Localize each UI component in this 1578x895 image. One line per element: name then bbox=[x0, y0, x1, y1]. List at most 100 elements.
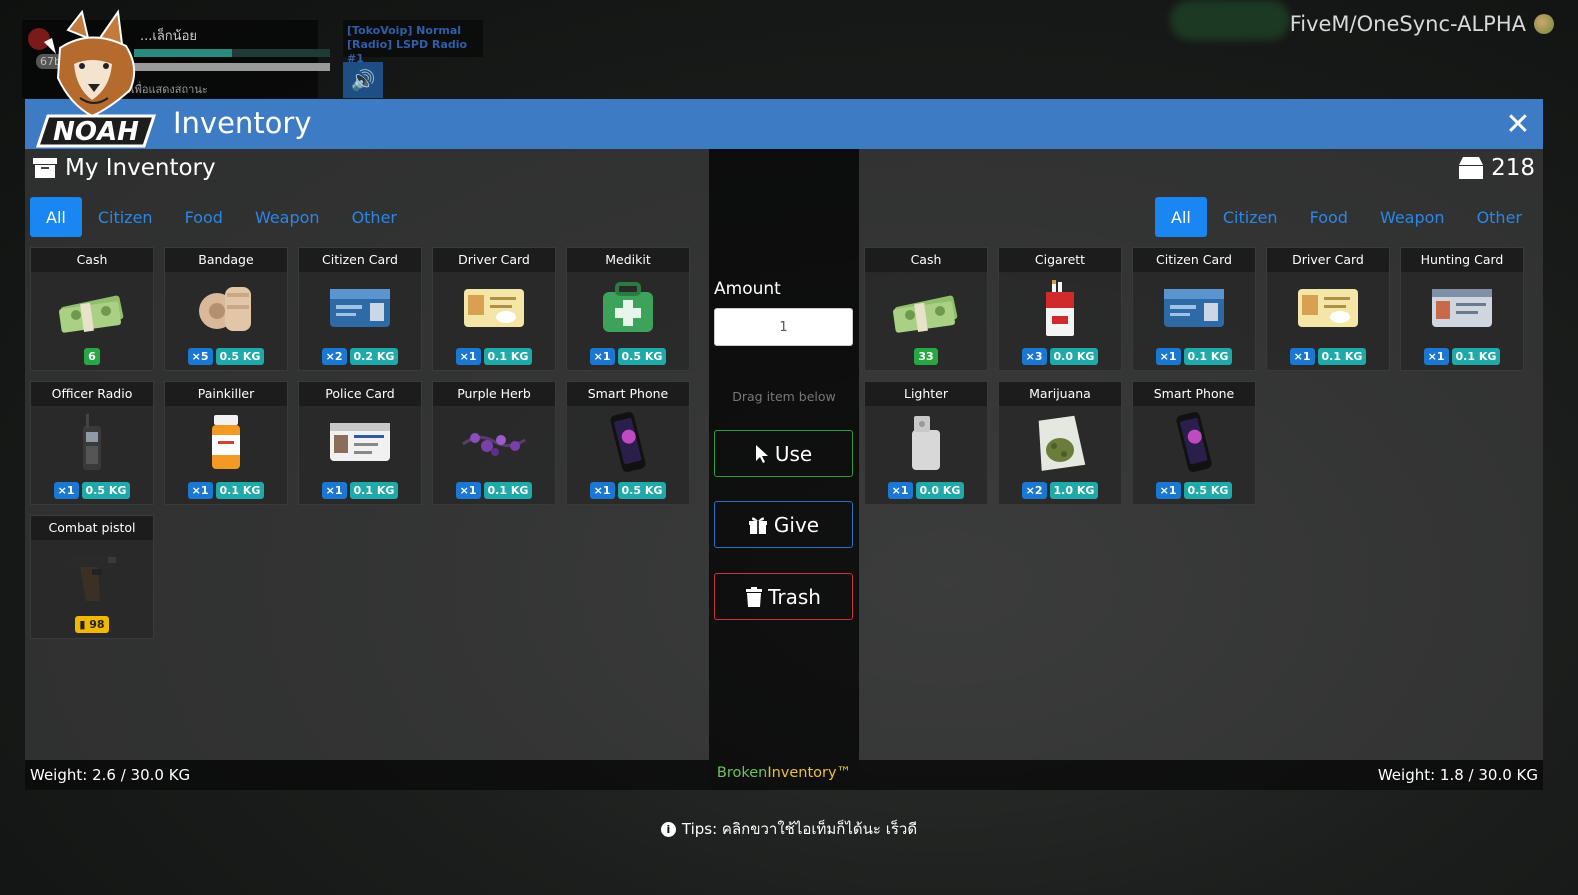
item-badges: ▮ 98 bbox=[31, 616, 153, 633]
left-item-slot[interactable]: Citizen Card ×2 0.2 KG bbox=[298, 247, 422, 371]
left-item-slot[interactable]: Police Card ×1 0.1 KG bbox=[298, 381, 422, 505]
pistol-icon bbox=[31, 546, 153, 606]
item-name: Driver Card bbox=[1267, 248, 1389, 272]
item-count-badge: ×2 bbox=[1021, 482, 1047, 499]
item-badges: ×1 0.1 KG bbox=[1401, 348, 1523, 365]
right-tab-all[interactable]: All bbox=[1155, 197, 1207, 237]
item-name: Officer Radio bbox=[31, 382, 153, 406]
left-item-slot[interactable]: Driver Card ×1 0.1 KG bbox=[432, 247, 556, 371]
left-item-slot[interactable]: Bandage ×5 0.5 KG bbox=[164, 247, 288, 371]
voip-mode: [TokoVoip] Normal bbox=[347, 24, 462, 37]
right-item-slot[interactable]: Hunting Card ×1 0.1 KG bbox=[1400, 247, 1524, 371]
right-item-slot[interactable]: Cigarett ×3 0.0 KG bbox=[998, 247, 1122, 371]
server-tag: FiveM/OneSync-ALPHA bbox=[1290, 12, 1554, 36]
left-tab-food[interactable]: Food bbox=[169, 197, 239, 237]
citizen-card-icon bbox=[299, 278, 421, 338]
left-category-tabs: All Citizen Food Weapon Other bbox=[30, 197, 413, 237]
left-item-slot[interactable]: Smart Phone ×1 0.5 KG bbox=[566, 381, 690, 505]
tips-text: Tips: คลิกขวาใช้ไอเท็มก็ได้นะ เร็วดี bbox=[681, 820, 918, 838]
right-item-slot[interactable]: Citizen Card ×1 0.1 KG bbox=[1132, 247, 1256, 371]
other-inventory-header: 218 bbox=[1459, 155, 1535, 181]
marijuana-bag-icon bbox=[999, 412, 1121, 472]
item-weight-badge: 0.1 KG bbox=[349, 482, 399, 499]
background-glow bbox=[1170, 0, 1290, 40]
item-badges: ×2 1.0 KG bbox=[999, 482, 1121, 499]
voip-status: [TokoVoip] Normal [Radio] LSPD Radio #1 bbox=[343, 20, 483, 65]
item-badges: ×1 0.5 KG bbox=[567, 348, 689, 365]
left-item-slot[interactable]: Combat pistol ▮ 98 bbox=[30, 515, 154, 639]
hunting-card-icon bbox=[1401, 278, 1523, 338]
item-count-badge: ×1 bbox=[455, 482, 481, 499]
right-item-slot[interactable]: Lighter ×1 0.0 KG bbox=[864, 381, 988, 505]
left-weight-footer: Weight: 2.6 / 30.0 KG bbox=[25, 760, 709, 790]
item-weight-badge: 0.1 KG bbox=[483, 482, 533, 499]
item-badges: ×1 0.5 KG bbox=[31, 482, 153, 499]
right-tab-citizen[interactable]: Citizen bbox=[1207, 197, 1294, 237]
item-badges: ×1 0.1 KG bbox=[433, 348, 555, 365]
item-count-badge: ×1 bbox=[1155, 348, 1181, 365]
item-count-badge: ×1 bbox=[589, 482, 615, 499]
item-name: Marijuana bbox=[999, 382, 1121, 406]
item-count-badge: ×2 bbox=[321, 348, 347, 365]
cash-icon bbox=[31, 278, 153, 338]
right-weight-footer: Weight: 1.8 / 30.0 KG bbox=[859, 760, 1543, 790]
right-tab-weapon[interactable]: Weapon bbox=[1364, 197, 1461, 237]
amount-input[interactable] bbox=[714, 308, 853, 346]
left-item-slot[interactable]: Medikit ×1 0.5 KG bbox=[566, 247, 690, 371]
item-badges: ×1 0.1 KG bbox=[1267, 348, 1389, 365]
tips-bar: i Tips: คลิกขวาใช้ไอเท็มก็ได้นะ เร็วดี bbox=[0, 817, 1578, 841]
my-inventory-title: My Inventory bbox=[65, 155, 216, 181]
brand-label: BrokenInventory™ bbox=[709, 765, 859, 781]
left-tab-weapon[interactable]: Weapon bbox=[239, 197, 336, 237]
right-item-slot[interactable]: Driver Card ×1 0.1 KG bbox=[1266, 247, 1390, 371]
item-badges: ×3 0.0 KG bbox=[999, 348, 1121, 365]
left-item-grid: Cash 6 Bandage ×5 0.5 KG Citizen Card ×2 0.2 KG… bbox=[30, 247, 690, 639]
item-badges: 33 bbox=[865, 348, 987, 365]
item-count-badge: ×1 bbox=[1155, 482, 1181, 499]
right-item-slot[interactable]: Marijuana ×2 1.0 KG bbox=[998, 381, 1122, 505]
brand-part2: Inventory™ bbox=[767, 765, 852, 781]
herb-icon bbox=[433, 412, 555, 472]
left-tab-other[interactable]: Other bbox=[336, 197, 413, 237]
right-item-slot[interactable]: Cash 33 bbox=[864, 247, 988, 371]
use-button[interactable]: Use bbox=[714, 430, 853, 477]
item-name: Medikit bbox=[567, 248, 689, 272]
other-inventory-count: 218 bbox=[1491, 155, 1535, 181]
item-name: Smart Phone bbox=[1133, 382, 1255, 406]
left-item-slot[interactable]: Painkiller ×1 0.1 KG bbox=[164, 381, 288, 505]
left-tab-citizen[interactable]: Citizen bbox=[82, 197, 169, 237]
item-weight-badge: 0.5 KG bbox=[215, 348, 265, 365]
right-item-slot[interactable]: Smart Phone ×1 0.5 KG bbox=[1132, 381, 1256, 505]
left-item-slot[interactable]: Purple Herb ×1 0.1 KG bbox=[432, 381, 556, 505]
left-item-slot[interactable]: Cash 6 bbox=[30, 247, 154, 371]
police-card-icon bbox=[299, 412, 421, 472]
medikit-icon bbox=[567, 278, 689, 338]
item-weight-badge: 1.0 KG bbox=[1049, 482, 1099, 499]
radio-icon bbox=[31, 412, 153, 472]
trash-icon bbox=[746, 586, 763, 607]
window-title: Inventory bbox=[173, 106, 312, 140]
item-name: Painkiller bbox=[165, 382, 287, 406]
item-badges: ×1 0.1 KG bbox=[299, 482, 421, 499]
cash-icon bbox=[865, 278, 987, 338]
drag-hint: Drag item below bbox=[732, 389, 836, 404]
right-tab-other[interactable]: Other bbox=[1461, 197, 1538, 237]
inventory-window: Inventory ✕ My Inventory All Citizen Food W… bbox=[25, 99, 1543, 790]
item-badges: ×1 0.5 KG bbox=[1133, 482, 1255, 499]
left-tab-all[interactable]: All bbox=[30, 197, 82, 237]
item-count-badge: ×5 bbox=[187, 348, 213, 365]
close-button[interactable]: ✕ bbox=[1493, 99, 1543, 149]
give-button[interactable]: Give bbox=[714, 501, 853, 548]
item-name: Citizen Card bbox=[1133, 248, 1255, 272]
item-name: Bandage bbox=[165, 248, 287, 272]
right-tab-food[interactable]: Food bbox=[1294, 197, 1364, 237]
ammo-badge: ▮ 98 bbox=[75, 616, 109, 633]
trash-button[interactable]: Trash bbox=[714, 573, 853, 620]
left-item-slot[interactable]: Officer Radio ×1 0.5 KG bbox=[30, 381, 154, 505]
item-count-badge: ×1 bbox=[1289, 348, 1315, 365]
item-name: Combat pistol bbox=[31, 516, 153, 540]
item-badges: ×1 0.1 KG bbox=[165, 482, 287, 499]
noah-wolf-logo: NOAH bbox=[35, 9, 157, 148]
item-weight-badge: 0.0 KG bbox=[915, 482, 965, 499]
item-name: Citizen Card bbox=[299, 248, 421, 272]
